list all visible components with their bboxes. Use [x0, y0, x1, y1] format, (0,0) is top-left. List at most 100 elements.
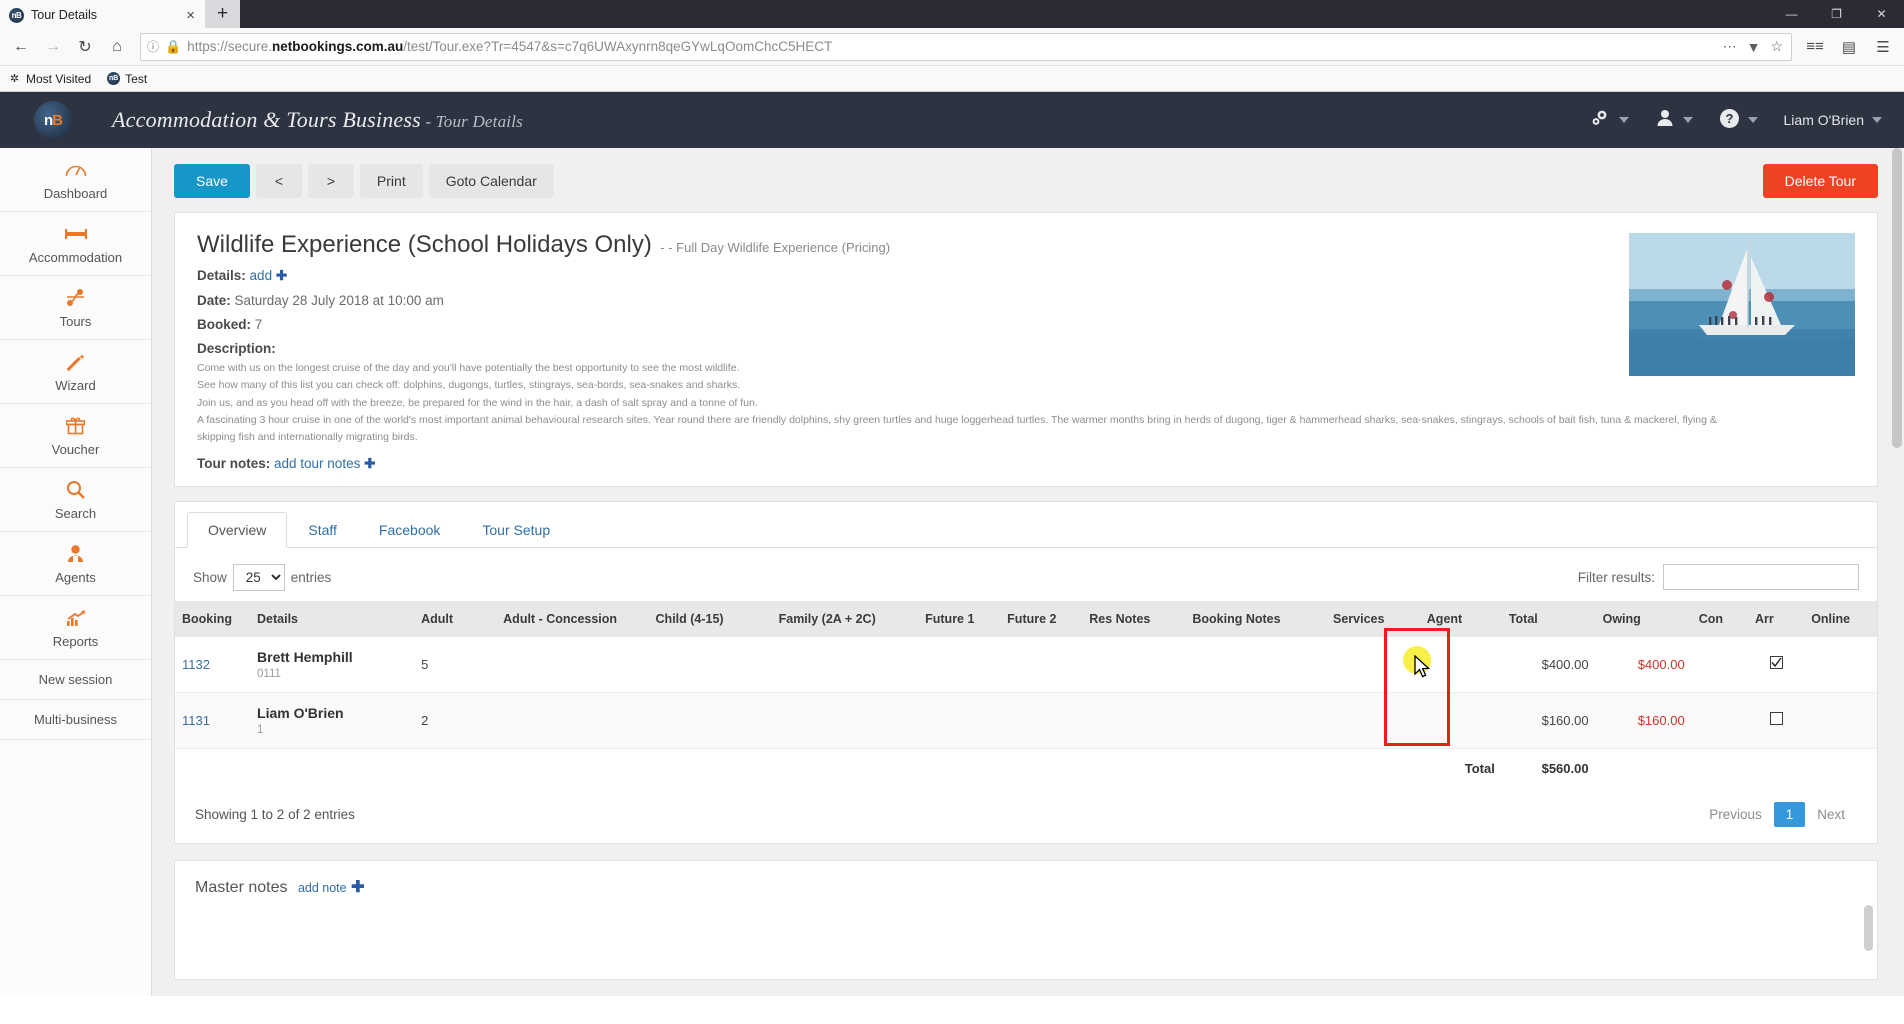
- page-size-select[interactable]: 25: [232, 563, 285, 591]
- filter-input[interactable]: [1663, 564, 1859, 591]
- reload-icon[interactable]: ↻: [70, 32, 100, 62]
- col-online[interactable]: Online: [1804, 600, 1877, 637]
- col-agent[interactable]: Agent: [1419, 600, 1502, 637]
- col-booking[interactable]: Booking: [175, 600, 251, 637]
- print-button[interactable]: Print: [359, 164, 423, 198]
- sidebar-icon[interactable]: ▤: [1834, 32, 1864, 62]
- sidebar-item-voucher[interactable]: Voucher: [0, 404, 151, 468]
- new-tab-button[interactable]: +: [205, 0, 240, 28]
- account-menu[interactable]: Liam O'Brien: [1784, 112, 1882, 128]
- tab-tour-setup[interactable]: Tour Setup: [461, 512, 571, 548]
- sidebar-item-label: New session: [38, 672, 113, 687]
- cell-agent: [1419, 692, 1502, 749]
- col-booking-notes[interactable]: Booking Notes: [1185, 600, 1327, 637]
- sidebar-item-dashboard[interactable]: Dashboard: [0, 148, 151, 212]
- cell-booking[interactable]: 1132: [175, 636, 251, 693]
- site-info-icon[interactable]: ⓘ: [147, 38, 159, 55]
- col-future-1[interactable]: Future 1: [918, 600, 1001, 637]
- cell-con: [1691, 636, 1748, 693]
- window-close-icon[interactable]: ✕: [1859, 0, 1904, 28]
- settings-menu[interactable]: [1589, 108, 1629, 132]
- col-res-notes[interactable]: Res Notes: [1082, 600, 1186, 637]
- booking-id-link[interactable]: 1131: [182, 713, 210, 728]
- cell-booking[interactable]: 1131: [175, 692, 251, 749]
- add-note-link[interactable]: add note: [298, 881, 347, 895]
- description-line: skipping fish and internationally migrat…: [197, 431, 418, 444]
- table-row[interactable]: 1132 Brett Hemphill 0111 5 $400.00 $400.…: [175, 636, 1877, 693]
- cell-owing: $400.00: [1595, 636, 1692, 693]
- arrival-checkbox[interactable]: [1769, 656, 1783, 670]
- browser-tab[interactable]: nB Tour Details ×: [0, 0, 205, 28]
- col-con[interactable]: Con: [1691, 600, 1748, 637]
- goto-calendar-button[interactable]: Goto Calendar: [428, 164, 554, 198]
- sidebar-item-search[interactable]: Search: [0, 468, 151, 532]
- inner-scrollbar-thumb[interactable]: [1864, 904, 1873, 951]
- next-tour-button[interactable]: >: [307, 164, 354, 198]
- next-page-button[interactable]: Next: [1805, 802, 1857, 827]
- home-icon[interactable]: ⌂: [102, 32, 132, 62]
- plus-icon[interactable]: ✚: [351, 879, 364, 896]
- sidebar-item-tours[interactable]: Tours: [0, 276, 151, 340]
- sidebar-item-new-session[interactable]: New session: [0, 660, 151, 700]
- close-icon[interactable]: ×: [182, 8, 199, 23]
- address-bar[interactable]: ⓘ 🔒 https://secure.netbookings.com.au/te…: [140, 32, 1792, 61]
- cell-arr[interactable]: [1747, 692, 1805, 749]
- bookmark-test[interactable]: nB Test: [107, 72, 147, 86]
- save-button[interactable]: Save: [174, 164, 250, 198]
- table-row[interactable]: 1131 Liam O'Brien 1 2 $160.00 $160.00: [175, 692, 1877, 749]
- description-line: Join us, and as you head off with the br…: [197, 396, 758, 409]
- col-future-2[interactable]: Future 2: [1000, 600, 1083, 637]
- sidebar-item-label: Agents: [55, 570, 96, 585]
- col-total[interactable]: Total: [1501, 600, 1596, 637]
- forward-icon[interactable]: →: [38, 32, 68, 62]
- gift-icon: [66, 415, 85, 436]
- sidebar-item-wizard[interactable]: Wizard: [0, 340, 151, 404]
- back-icon[interactable]: ←: [6, 32, 36, 62]
- booking-id-link[interactable]: 1132: [182, 657, 210, 672]
- plus-icon[interactable]: ✚: [364, 456, 375, 471]
- menu-icon[interactable]: ☰: [1868, 32, 1898, 62]
- col-owing[interactable]: Owing: [1595, 600, 1692, 637]
- cell-adult: 2: [414, 692, 497, 749]
- pocket-icon[interactable]: ▼: [1747, 39, 1761, 55]
- nb-logo-icon[interactable]: nB: [34, 101, 72, 139]
- sidebar-item-multi-business[interactable]: Multi-business: [0, 700, 151, 740]
- page-actions-icon[interactable]: ⋯: [1723, 38, 1737, 55]
- delete-tour-button[interactable]: Delete Tour: [1762, 164, 1878, 198]
- cell-child: [648, 692, 772, 749]
- user-menu[interactable]: [1655, 108, 1693, 132]
- tour-details-row: Details: add ✚: [197, 268, 1855, 284]
- minimize-icon[interactable]: —: [1769, 0, 1814, 28]
- bookmark-star-icon[interactable]: ☆: [1770, 38, 1783, 55]
- col-adult[interactable]: Adult: [414, 600, 497, 637]
- page-number-button[interactable]: 1: [1773, 801, 1806, 827]
- add-details-link[interactable]: add: [250, 268, 273, 283]
- maximize-icon[interactable]: ❐: [1814, 0, 1859, 28]
- tab-facebook[interactable]: Facebook: [358, 512, 461, 548]
- cell-total: $400.00: [1501, 636, 1596, 693]
- library-icon[interactable]: ≡≡: [1800, 32, 1830, 62]
- col-family[interactable]: Family (2A + 2C): [771, 600, 919, 637]
- page-scrollbar[interactable]: [1890, 148, 1904, 996]
- scrollbar-thumb[interactable]: [1892, 148, 1902, 448]
- sidebar-item-reports[interactable]: Reports: [0, 596, 151, 660]
- bookmark-label: Most Visited: [26, 71, 92, 86]
- col-details[interactable]: Details: [250, 600, 415, 637]
- tab-staff[interactable]: Staff: [287, 512, 358, 548]
- arrival-checkbox[interactable]: [1769, 712, 1783, 726]
- col-adult-concession[interactable]: Adult - Concession: [496, 600, 649, 637]
- tab-overview[interactable]: Overview: [187, 511, 288, 548]
- col-arr[interactable]: Arr: [1747, 600, 1805, 637]
- add-tour-notes-link[interactable]: add tour notes: [274, 456, 360, 471]
- plus-icon[interactable]: ✚: [276, 268, 287, 283]
- previous-tour-button[interactable]: <: [255, 164, 302, 198]
- col-child[interactable]: Child (4-15): [648, 600, 772, 637]
- cell-arr[interactable]: [1747, 636, 1805, 693]
- sidebar-item-agents[interactable]: Agents: [0, 532, 151, 596]
- sidebar-item-accommodation[interactable]: Accommodation: [0, 212, 151, 276]
- master-notes-title: Master notes: [195, 878, 288, 896]
- col-services[interactable]: Services: [1326, 600, 1420, 637]
- bookmark-most-visited[interactable]: ✲ Most Visited: [8, 72, 91, 86]
- help-menu[interactable]: ?: [1719, 108, 1758, 133]
- previous-page-button[interactable]: Previous: [1697, 802, 1774, 827]
